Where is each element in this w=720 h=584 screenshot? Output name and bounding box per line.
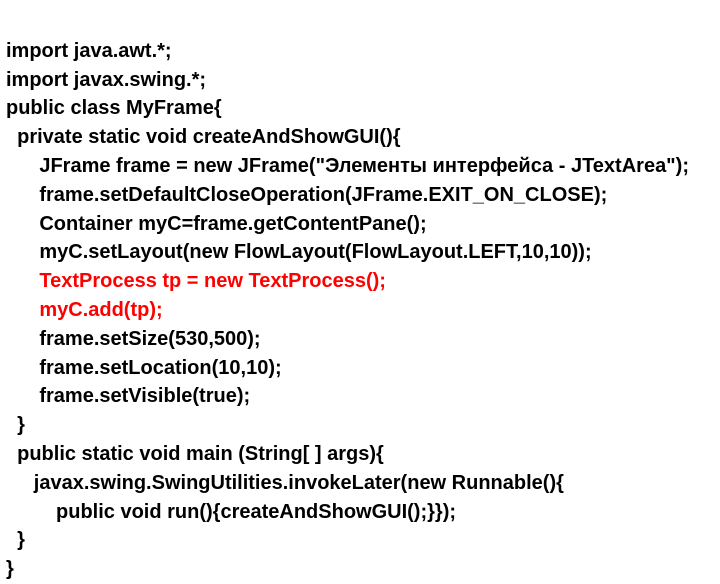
code-line: frame.setVisible(true);: [6, 385, 250, 407]
code-line: }: [6, 529, 25, 551]
code-line: frame.setSize(530,500);: [6, 328, 261, 350]
code-line: }: [6, 558, 14, 580]
code-line: import java.awt.*;: [6, 40, 172, 62]
code-line: javax.swing.SwingUtilities.invokeLater(n…: [6, 472, 564, 494]
code-line: private static void createAndShowGUI(){: [6, 126, 401, 148]
code-line: public class MyFrame{: [6, 97, 222, 119]
code-line-highlight: TextProcess tp = new TextProcess();: [6, 270, 386, 292]
code-snippet: import java.awt.*; import javax.swing.*;…: [0, 0, 720, 584]
code-line: Container myC=frame.getContentPane();: [6, 213, 427, 235]
code-line: frame.setDefaultCloseOperation(JFrame.EX…: [6, 184, 607, 206]
code-line: myC.setLayout(new FlowLayout(FlowLayout.…: [6, 241, 592, 263]
code-line: public void run(){createAndShowGUI();}})…: [6, 501, 456, 523]
code-line: JFrame frame = new JFrame("Элементы инте…: [6, 155, 689, 177]
code-line: }: [6, 414, 25, 436]
code-line-highlight: myC.add(tp);: [6, 299, 163, 321]
code-line: public static void main (String[ ] args)…: [6, 443, 384, 465]
code-line: frame.setLocation(10,10);: [6, 357, 282, 379]
code-line: import javax.swing.*;: [6, 69, 206, 91]
